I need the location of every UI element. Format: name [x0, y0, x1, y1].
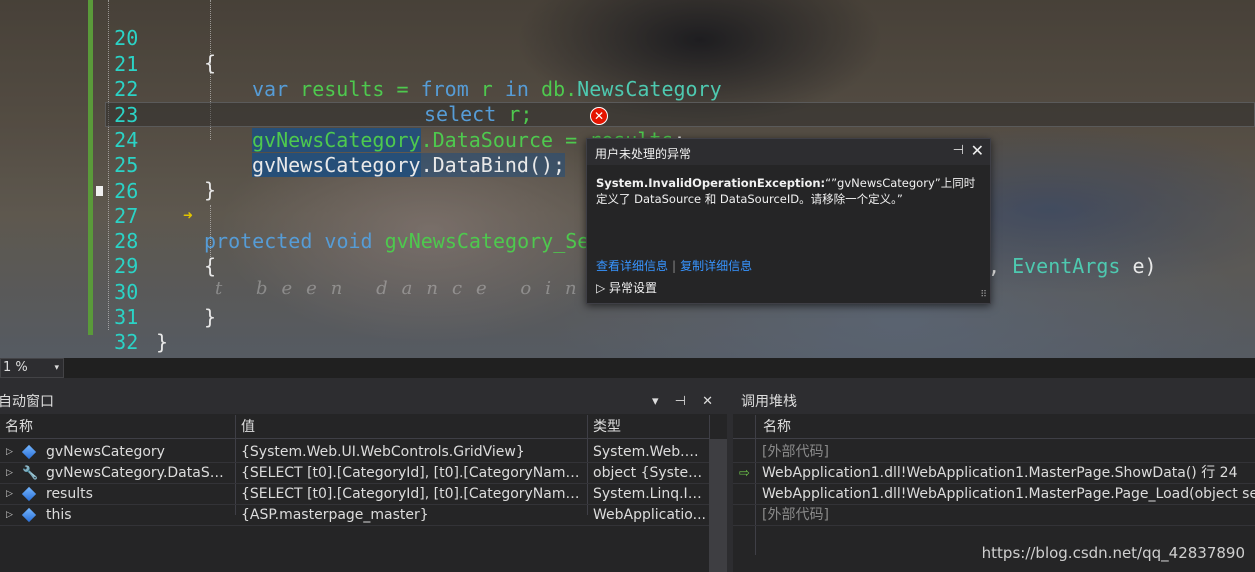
exception-message: System.InvalidOperationException:“”gvNew…: [596, 175, 981, 207]
field-icon: [21, 444, 37, 460]
table-row[interactable]: ▷ results {SELECT [t0].[CategoryId], [t0…: [0, 484, 709, 505]
exception-type: System.InvalidOperationException:: [596, 176, 826, 190]
code-line[interactable]: 23 gvNewsCategory.DataSource = results;: [0, 78, 1255, 152]
expand-icon[interactable]: ▷: [6, 505, 13, 526]
table-row[interactable]: ▷ 🔧 gvNewsCategory.DataSour... {SELECT […: [0, 463, 709, 484]
row-name: gvNewsCategory: [46, 444, 165, 460]
row-value: {SELECT [t0].[CategoryId], [t0].[Categor…: [241, 465, 585, 481]
lightbulb-icon[interactable]: ➜: [183, 208, 193, 222]
expand-icon[interactable]: ▷: [6, 484, 13, 505]
code-line[interactable]: 22 select r;: [0, 52, 1255, 126]
autos-window: 自动窗口 ▾ ⊣ ✕ 名称 值 类型 ▷ gvNewsCategory {Sys…: [0, 390, 727, 572]
field-icon: [21, 507, 37, 523]
column-header-name[interactable]: 名称: [763, 415, 791, 439]
bookmark-icon: [96, 186, 103, 196]
exception-settings-toggle[interactable]: ▷ 异常设置: [596, 279, 657, 296]
horizontal-scrollbar[interactable]: [64, 358, 1255, 378]
frame-text: WebApplication1.dll!WebApplication1.Mast…: [762, 486, 1255, 502]
call-stack-header: 名称: [733, 415, 1255, 439]
exception-helper-popup: 用户未处理的异常 ⊣ ✕ System.InvalidOperationExce…: [586, 138, 991, 304]
row-type: object {System....: [593, 465, 707, 481]
autos-title: 自动窗口: [0, 394, 54, 410]
expand-icon[interactable]: ▷: [6, 463, 13, 484]
autos-header: 名称 值 类型: [0, 415, 709, 439]
vertical-scrollbar[interactable]: [709, 439, 727, 572]
call-stack-title: 调用堆栈: [741, 394, 797, 410]
row-name: results: [46, 486, 93, 502]
row-value: {System.Web.UI.WebControls.GridView}: [241, 444, 525, 460]
window-controls[interactable]: ▾ ⊣ ✕: [652, 390, 719, 414]
zoom-dropdown[interactable]: 1 % ▾: [0, 358, 64, 378]
panel-splitter[interactable]: [0, 378, 1255, 390]
error-icon[interactable]: ✕: [590, 107, 608, 125]
table-row[interactable]: ▷ gvNewsCategory {System.Web.UI.WebContr…: [0, 442, 709, 463]
popup-title: 用户未处理的异常: [595, 147, 692, 161]
expand-icon[interactable]: ▷: [6, 442, 13, 463]
watermark-url: https://blog.csdn.net/qq_42837890: [981, 544, 1245, 562]
column-header-name[interactable]: 名称: [5, 415, 33, 439]
resize-grip-icon[interactable]: ⠿: [980, 290, 987, 300]
row-value: {ASP.masterpage_master}: [241, 507, 429, 523]
current-frame-arrow-icon: ⇨: [739, 466, 750, 481]
frame-text: [外部代码]: [762, 444, 829, 460]
stack-frame-current[interactable]: ⇨ WebApplication1.dll!WebApplication1.Ma…: [733, 463, 1255, 484]
line-number: 32: [114, 330, 139, 354]
code-line[interactable]: 20 {: [0, 1, 1255, 75]
code-line[interactable]: 32 }: [0, 305, 1255, 358]
view-details-link[interactable]: 查看详细信息: [596, 259, 668, 273]
code-line[interactable]: 21 var results = from r in db.NewsCatego…: [0, 27, 1255, 101]
field-icon: [21, 486, 37, 502]
frame-text: [外部代码]: [762, 507, 829, 523]
row-value: {SELECT [t0].[CategoryId], [t0].[Categor…: [241, 486, 585, 502]
row-name: gvNewsCategory.DataSour...: [46, 465, 232, 481]
pin-icon[interactable]: ⊣: [953, 143, 964, 158]
zoom-value: 1 %: [3, 360, 28, 375]
frame-text: WebApplication1.dll!WebApplication1.Mast…: [762, 465, 1238, 481]
close-icon[interactable]: ✕: [971, 141, 984, 160]
code-line-current[interactable]: 24 gvNewsCategory.DataBind();: [0, 103, 1255, 177]
table-row[interactable]: ▷ this {ASP.masterpage_master} WebApplic…: [0, 505, 709, 526]
column-header-type[interactable]: 类型: [593, 415, 621, 439]
popup-links: 查看详细信息 | 复制详细信息: [596, 259, 753, 273]
wrench-icon: 🔧: [22, 466, 39, 481]
row-type: WebApplicatio...: [593, 507, 706, 523]
chevron-down-icon: ▾: [54, 363, 59, 373]
stack-frame[interactable]: [外部代码]: [733, 442, 1255, 463]
row-name: this: [46, 507, 72, 523]
row-type: System.Web.UI....: [593, 444, 707, 460]
call-stack-window: 调用堆栈 名称 [外部代码] ⇨ WebApplication1.dll!Web…: [733, 390, 1255, 572]
code-token: }: [156, 330, 169, 354]
autos-title-bar: 自动窗口 ▾ ⊣ ✕: [0, 390, 727, 414]
row-type: System.Linq.IQ...: [593, 486, 707, 502]
popup-header: 用户未处理的异常 ⊣ ✕: [587, 139, 990, 165]
copy-details-link[interactable]: 复制详细信息: [680, 259, 752, 273]
call-stack-title-bar: 调用堆栈: [733, 390, 1255, 414]
stack-frame[interactable]: [外部代码]: [733, 505, 1255, 526]
column-header-value[interactable]: 值: [241, 415, 255, 439]
stack-frame[interactable]: WebApplication1.dll!WebApplication1.Mast…: [733, 484, 1255, 505]
